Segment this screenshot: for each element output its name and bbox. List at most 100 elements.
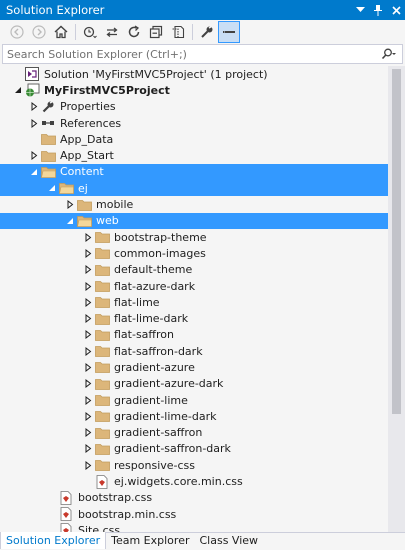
refresh-icon[interactable] <box>123 21 145 43</box>
tree-node[interactable]: gradient-saffron-dark <box>0 441 388 457</box>
folder-icon <box>94 343 110 359</box>
tree-node[interactable]: ej <box>0 180 388 197</box>
tree-node[interactable]: bootstrap.css <box>0 490 388 506</box>
pending-changes-icon[interactable] <box>79 21 101 43</box>
vertical-scrollbar[interactable] <box>388 66 405 532</box>
scrollbar-thumb[interactable] <box>392 69 401 414</box>
folder-icon <box>94 327 110 343</box>
search-icon[interactable] <box>376 45 402 63</box>
expand-arrow-icon[interactable] <box>82 425 94 441</box>
tree-node[interactable]: flat-saffron <box>0 327 388 343</box>
expand-arrow-icon[interactable] <box>82 392 94 408</box>
tree-node[interactable]: web <box>0 212 388 229</box>
expand-arrow-icon[interactable] <box>82 408 94 424</box>
folder-icon <box>40 131 56 147</box>
tree-node[interactable]: Properties <box>0 99 388 115</box>
expand-arrow-icon[interactable] <box>28 115 40 131</box>
expand-arrow-icon[interactable] <box>82 294 94 310</box>
tree-node[interactable]: MyFirstMVC5Project <box>0 82 388 98</box>
references-icon <box>40 115 56 131</box>
tree-node[interactable]: References <box>0 115 388 131</box>
tree-node-label: Properties <box>60 100 116 114</box>
title-bar: Solution Explorer <box>0 0 405 20</box>
folder-icon <box>94 294 110 310</box>
home-icon[interactable] <box>50 21 72 43</box>
collapse-arrow-icon[interactable] <box>12 82 24 98</box>
tree-node[interactable]: default-theme <box>0 262 388 278</box>
expand-arrow-icon[interactable] <box>82 343 94 359</box>
expand-arrow-icon[interactable] <box>82 311 94 327</box>
tree-node-label: gradient-lime <box>114 393 188 407</box>
expand-arrow-icon[interactable] <box>82 359 94 375</box>
folder-icon <box>94 376 110 392</box>
tree-node-label: App_Start <box>60 149 114 163</box>
tree-node[interactable]: Solution 'MyFirstMVC5Project' (1 project… <box>0 66 388 82</box>
tree-node-label: flat-saffron-dark <box>114 344 203 358</box>
tree-node-label: bootstrap.min.css <box>78 507 177 521</box>
tree-node[interactable]: gradient-azure <box>0 359 388 375</box>
tree-node[interactable]: common-images <box>0 245 388 261</box>
pin-icon[interactable] <box>369 0 387 20</box>
tree-node-label: ej <box>78 181 88 195</box>
expand-arrow-icon[interactable] <box>28 99 40 115</box>
expand-arrow-icon[interactable] <box>82 262 94 278</box>
tab-team-explorer[interactable]: Team Explorer <box>106 533 194 550</box>
folder-icon <box>94 408 110 424</box>
expand-arrow-icon[interactable] <box>82 278 94 294</box>
preview-selected-items-icon[interactable] <box>218 21 240 43</box>
tree-node[interactable]: Content <box>0 163 388 181</box>
tree-node[interactable]: flat-saffron-dark <box>0 343 388 359</box>
expand-arrow-icon[interactable] <box>82 376 94 392</box>
folder-icon <box>94 359 110 375</box>
expand-arrow-icon[interactable] <box>28 148 40 164</box>
tree-node[interactable]: bootstrap.min.css <box>0 506 388 522</box>
tree-node[interactable]: gradient-lime-dark <box>0 408 388 424</box>
tree-node[interactable]: flat-lime <box>0 294 388 310</box>
expand-arrow-icon[interactable] <box>82 229 94 245</box>
expand-arrow-icon[interactable] <box>82 457 94 473</box>
tree-node[interactable]: gradient-lime <box>0 392 388 408</box>
forward-icon[interactable] <box>28 21 50 43</box>
collapse-arrow-icon[interactable] <box>46 180 58 196</box>
search-input[interactable] <box>3 47 376 61</box>
collapse-all-icon[interactable] <box>145 21 167 43</box>
collapse-arrow-icon[interactable] <box>64 213 76 229</box>
tree-node[interactable]: responsive-css <box>0 457 388 473</box>
tree-node-label: flat-lime-dark <box>114 312 189 326</box>
tree-node-label: common-images <box>114 246 206 260</box>
tree-node-label: gradient-saffron-dark <box>114 442 231 456</box>
tree-node[interactable]: flat-azure-dark <box>0 278 388 294</box>
collapse-arrow-icon[interactable] <box>28 164 40 180</box>
tree-node[interactable]: bootstrap-theme <box>0 229 388 245</box>
toolbar <box>0 20 405 44</box>
expand-arrow-icon[interactable] <box>82 327 94 343</box>
toolbar-separator <box>192 24 193 40</box>
expand-arrow-icon[interactable] <box>82 245 94 261</box>
show-all-files-icon[interactable] <box>167 21 189 43</box>
sync-icon[interactable] <box>101 21 123 43</box>
tree-node[interactable]: mobile <box>0 196 388 212</box>
tree-node[interactable]: gradient-saffron <box>0 425 388 441</box>
tree-node[interactable]: flat-lime-dark <box>0 310 388 326</box>
tab-solution-explorer[interactable]: Solution Explorer <box>0 532 107 549</box>
expand-arrow-icon[interactable] <box>64 197 76 213</box>
tree-node-label: gradient-saffron <box>114 426 203 440</box>
tree-node[interactable]: gradient-azure-dark <box>0 376 388 392</box>
tree-node[interactable]: ej.widgets.core.min.css <box>0 473 388 489</box>
tree-node-label: flat-lime <box>114 295 160 309</box>
dropdown-icon[interactable] <box>351 0 369 20</box>
open-folder-icon <box>76 213 92 229</box>
tree-node[interactable]: App_Data <box>0 131 388 147</box>
close-icon[interactable] <box>387 0 405 20</box>
tree-node[interactable]: App_Start <box>0 147 388 163</box>
expand-arrow-icon[interactable] <box>82 441 94 457</box>
tab-class-view[interactable]: Class View <box>194 533 263 550</box>
back-icon[interactable] <box>6 21 28 43</box>
tree-node[interactable]: Site.css <box>0 522 388 532</box>
properties-icon[interactable] <box>196 21 218 43</box>
toolbar-separator <box>75 24 76 40</box>
folder-icon <box>94 262 110 278</box>
folder-icon <box>40 148 56 164</box>
